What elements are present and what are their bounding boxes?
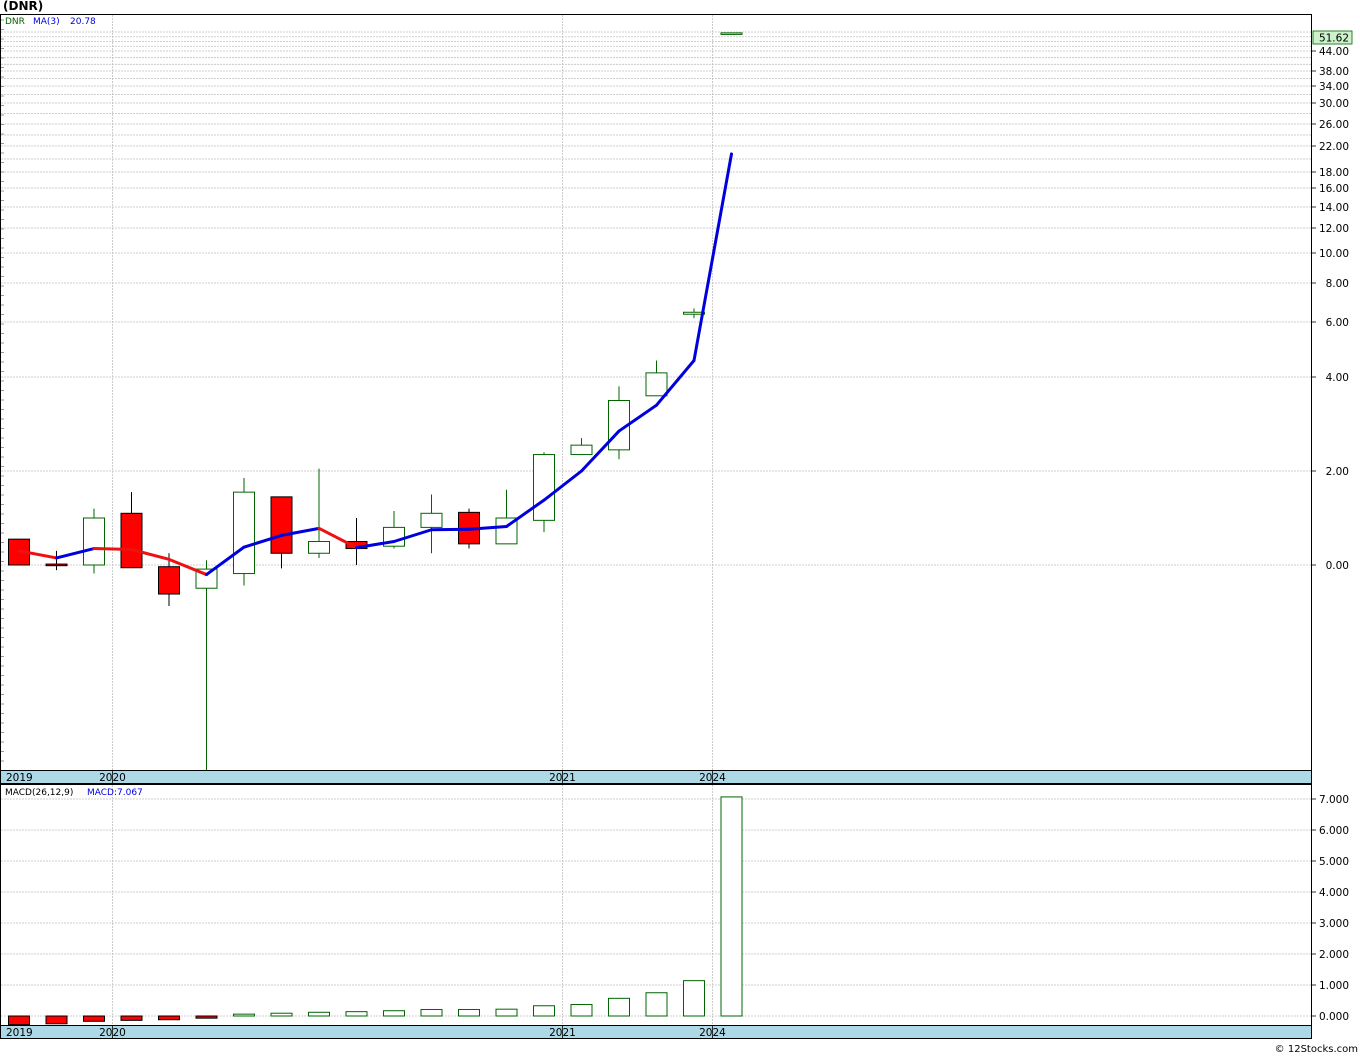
price-y-tick-label: 30.00 (1319, 98, 1349, 110)
macd-y-tick-label: 3.000 (1319, 918, 1349, 930)
price-y-tick-label: 2.00 (1326, 466, 1349, 478)
macd-bar (383, 1010, 405, 1017)
macd-bar (720, 796, 743, 1017)
macd-bar (608, 997, 630, 1017)
candle-body (120, 512, 143, 569)
macd-panel: 7.000 6.000 5.000 4.000 3.000 2.000 1.000 0.000… (0, 784, 1349, 1026)
price-y-tick-label: 18.00 (1319, 167, 1349, 179)
chart-canvas: (DNR) 44.00 38.00 34.00 30.00 26.00 22.00 18.0… (0, 0, 1358, 1055)
price-y-tick-label: 22.00 (1319, 141, 1349, 153)
macd-y-tick-label: 2.000 (1319, 949, 1349, 961)
date-label: 2020 (99, 1027, 126, 1039)
date-label: 2024 (699, 772, 726, 784)
macd-bar (195, 1015, 218, 1019)
macd-y-tick-label: 7.000 (1319, 794, 1349, 806)
date-label: 2020 (99, 772, 126, 784)
macd-bar (120, 1015, 143, 1021)
candle-body (158, 566, 180, 595)
candle-body (420, 512, 443, 528)
macd-y-tick-label: 5.000 (1319, 856, 1349, 868)
macd-bar (345, 1011, 368, 1017)
legend-symbol: DNR (5, 17, 25, 27)
macd-bar (158, 1015, 180, 1021)
last-price-value: 51.62 (1319, 33, 1349, 45)
chart-title: (DNR) (3, 0, 43, 13)
price-y-tick-label: 38.00 (1319, 66, 1349, 78)
macd-bar (495, 1008, 518, 1017)
ma-segment (92, 547, 133, 551)
macd-bar (308, 1011, 330, 1017)
macd-bar (645, 992, 668, 1017)
candle-body (233, 491, 255, 575)
price-y-tick-label: 44.00 (1319, 46, 1349, 58)
date-label: 2019 (6, 772, 33, 784)
price-y-tick-label: 0.00 (1326, 560, 1349, 572)
date-label: 2019 (6, 1027, 33, 1039)
price-date-band (0, 770, 1312, 784)
macd-legend-value: MACD:7.067 (87, 788, 143, 798)
macd-y-axis: 7.000 6.000 5.000 4.000 3.000 2.000 1.000 0.000 (1311, 794, 1349, 1023)
macd-bar (458, 1008, 480, 1017)
price-y-tick-label: 6.00 (1326, 317, 1349, 329)
price-panel: 44.00 38.00 34.00 30.00 26.00 22.00 18.00 16.00… (0, 14, 1353, 771)
macd-bar (8, 1015, 30, 1026)
price-y-tick-label: 26.00 (1319, 119, 1349, 131)
macd-bar (570, 1004, 593, 1017)
macd-bar (45, 1015, 68, 1025)
candle-body (83, 517, 105, 566)
macd-bar (420, 1008, 443, 1017)
price-y-tick-label: 14.00 (1319, 202, 1349, 214)
candle-body (720, 32, 743, 35)
credit-text: © 12Stocks.com (1275, 1044, 1358, 1055)
macd-bar (83, 1015, 105, 1022)
price-y-tick-label: 4.00 (1326, 372, 1349, 384)
price-y-tick-label: 12.00 (1319, 223, 1349, 235)
macd-bar (233, 1013, 255, 1017)
macd-y-tick-label: 6.000 (1319, 825, 1349, 837)
price-y-tick-label: 16.00 (1319, 183, 1349, 195)
date-label: 2021 (549, 1027, 576, 1039)
date-label: 2024 (699, 1027, 726, 1039)
date-label: 2021 (549, 772, 576, 784)
macd-y-tick-label: 4.000 (1319, 887, 1349, 899)
macd-date-band (0, 1025, 1312, 1039)
price-y-axis: 44.00 38.00 34.00 30.00 26.00 22.00 18.00 16.00… (1311, 46, 1349, 572)
price-y-tick-label: 8.00 (1326, 278, 1349, 290)
price-y-tick-label: 34.00 (1319, 81, 1349, 93)
candle-body (533, 454, 555, 521)
macd-y-tick-label: 0.000 (1319, 1011, 1349, 1023)
macd-legend-name: MACD(26,12,9) (5, 788, 73, 798)
candle-body (308, 541, 330, 554)
candle-body (645, 372, 668, 397)
candle-body (570, 444, 593, 456)
legend-ma-value: 20.78 (70, 17, 96, 27)
macd-bar (270, 1012, 293, 1017)
price-y-tick-label: 10.00 (1319, 248, 1349, 260)
macd-y-tick-label: 1.000 (1319, 980, 1349, 992)
candle-body (270, 496, 293, 554)
macd-bar (533, 1005, 555, 1017)
macd-panel-frame (0, 784, 1312, 1026)
legend-ma-label: MA(3) (33, 17, 60, 27)
candle-body (45, 563, 68, 567)
macd-bar (683, 980, 705, 1017)
